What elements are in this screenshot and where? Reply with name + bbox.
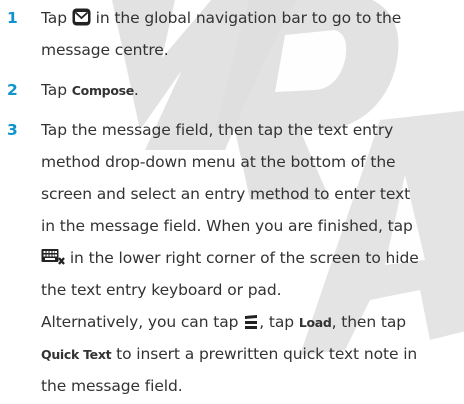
message-envelope-icon xyxy=(72,8,91,26)
step-text-segment: in the global navigation bar to go to th… xyxy=(95,9,402,27)
step-text-segment: in the lower right corner of the screen … xyxy=(69,249,419,267)
step-number: 2 xyxy=(7,81,18,99)
step-text-line: message centre. xyxy=(41,41,169,59)
step-text: Tap in the global navigation bar to go t… xyxy=(41,2,458,66)
menu-icon xyxy=(245,315,258,329)
compose-label: Compose xyxy=(71,83,134,98)
step-text-segment: Alternatively, you can tap xyxy=(41,313,239,331)
step-text-segment: , then tap xyxy=(331,313,407,331)
step-text: Tap Compose. xyxy=(41,74,458,106)
step-text-line: Tap the message field, then tap the text… xyxy=(41,121,394,139)
step-number: 3 xyxy=(7,121,18,139)
step-text-segment: to insert a prewritten quick text note i… xyxy=(116,345,418,363)
step-text-segment: Tap xyxy=(41,9,67,27)
hide-keyboard-icon xyxy=(41,249,65,265)
step-text-line: the message field. xyxy=(41,377,183,395)
step-text-segment: Tap xyxy=(41,81,67,99)
step-text-segment: . xyxy=(133,81,139,99)
quick-text-label: Quick Text xyxy=(41,347,112,362)
step-text-line: in the message field. When you are finis… xyxy=(41,217,413,235)
step-text-line: the text entry keyboard or pad. xyxy=(41,281,282,299)
step-text: Tap the message field, then tap the text… xyxy=(41,114,458,402)
step-text-line: method drop-down menu at the bottom of t… xyxy=(41,153,396,171)
step-number: 1 xyxy=(7,9,18,27)
step-text-line: screen and select an entry method to ent… xyxy=(41,185,411,203)
step-text-segment: , tap xyxy=(259,313,294,331)
load-label: Load xyxy=(298,315,332,330)
